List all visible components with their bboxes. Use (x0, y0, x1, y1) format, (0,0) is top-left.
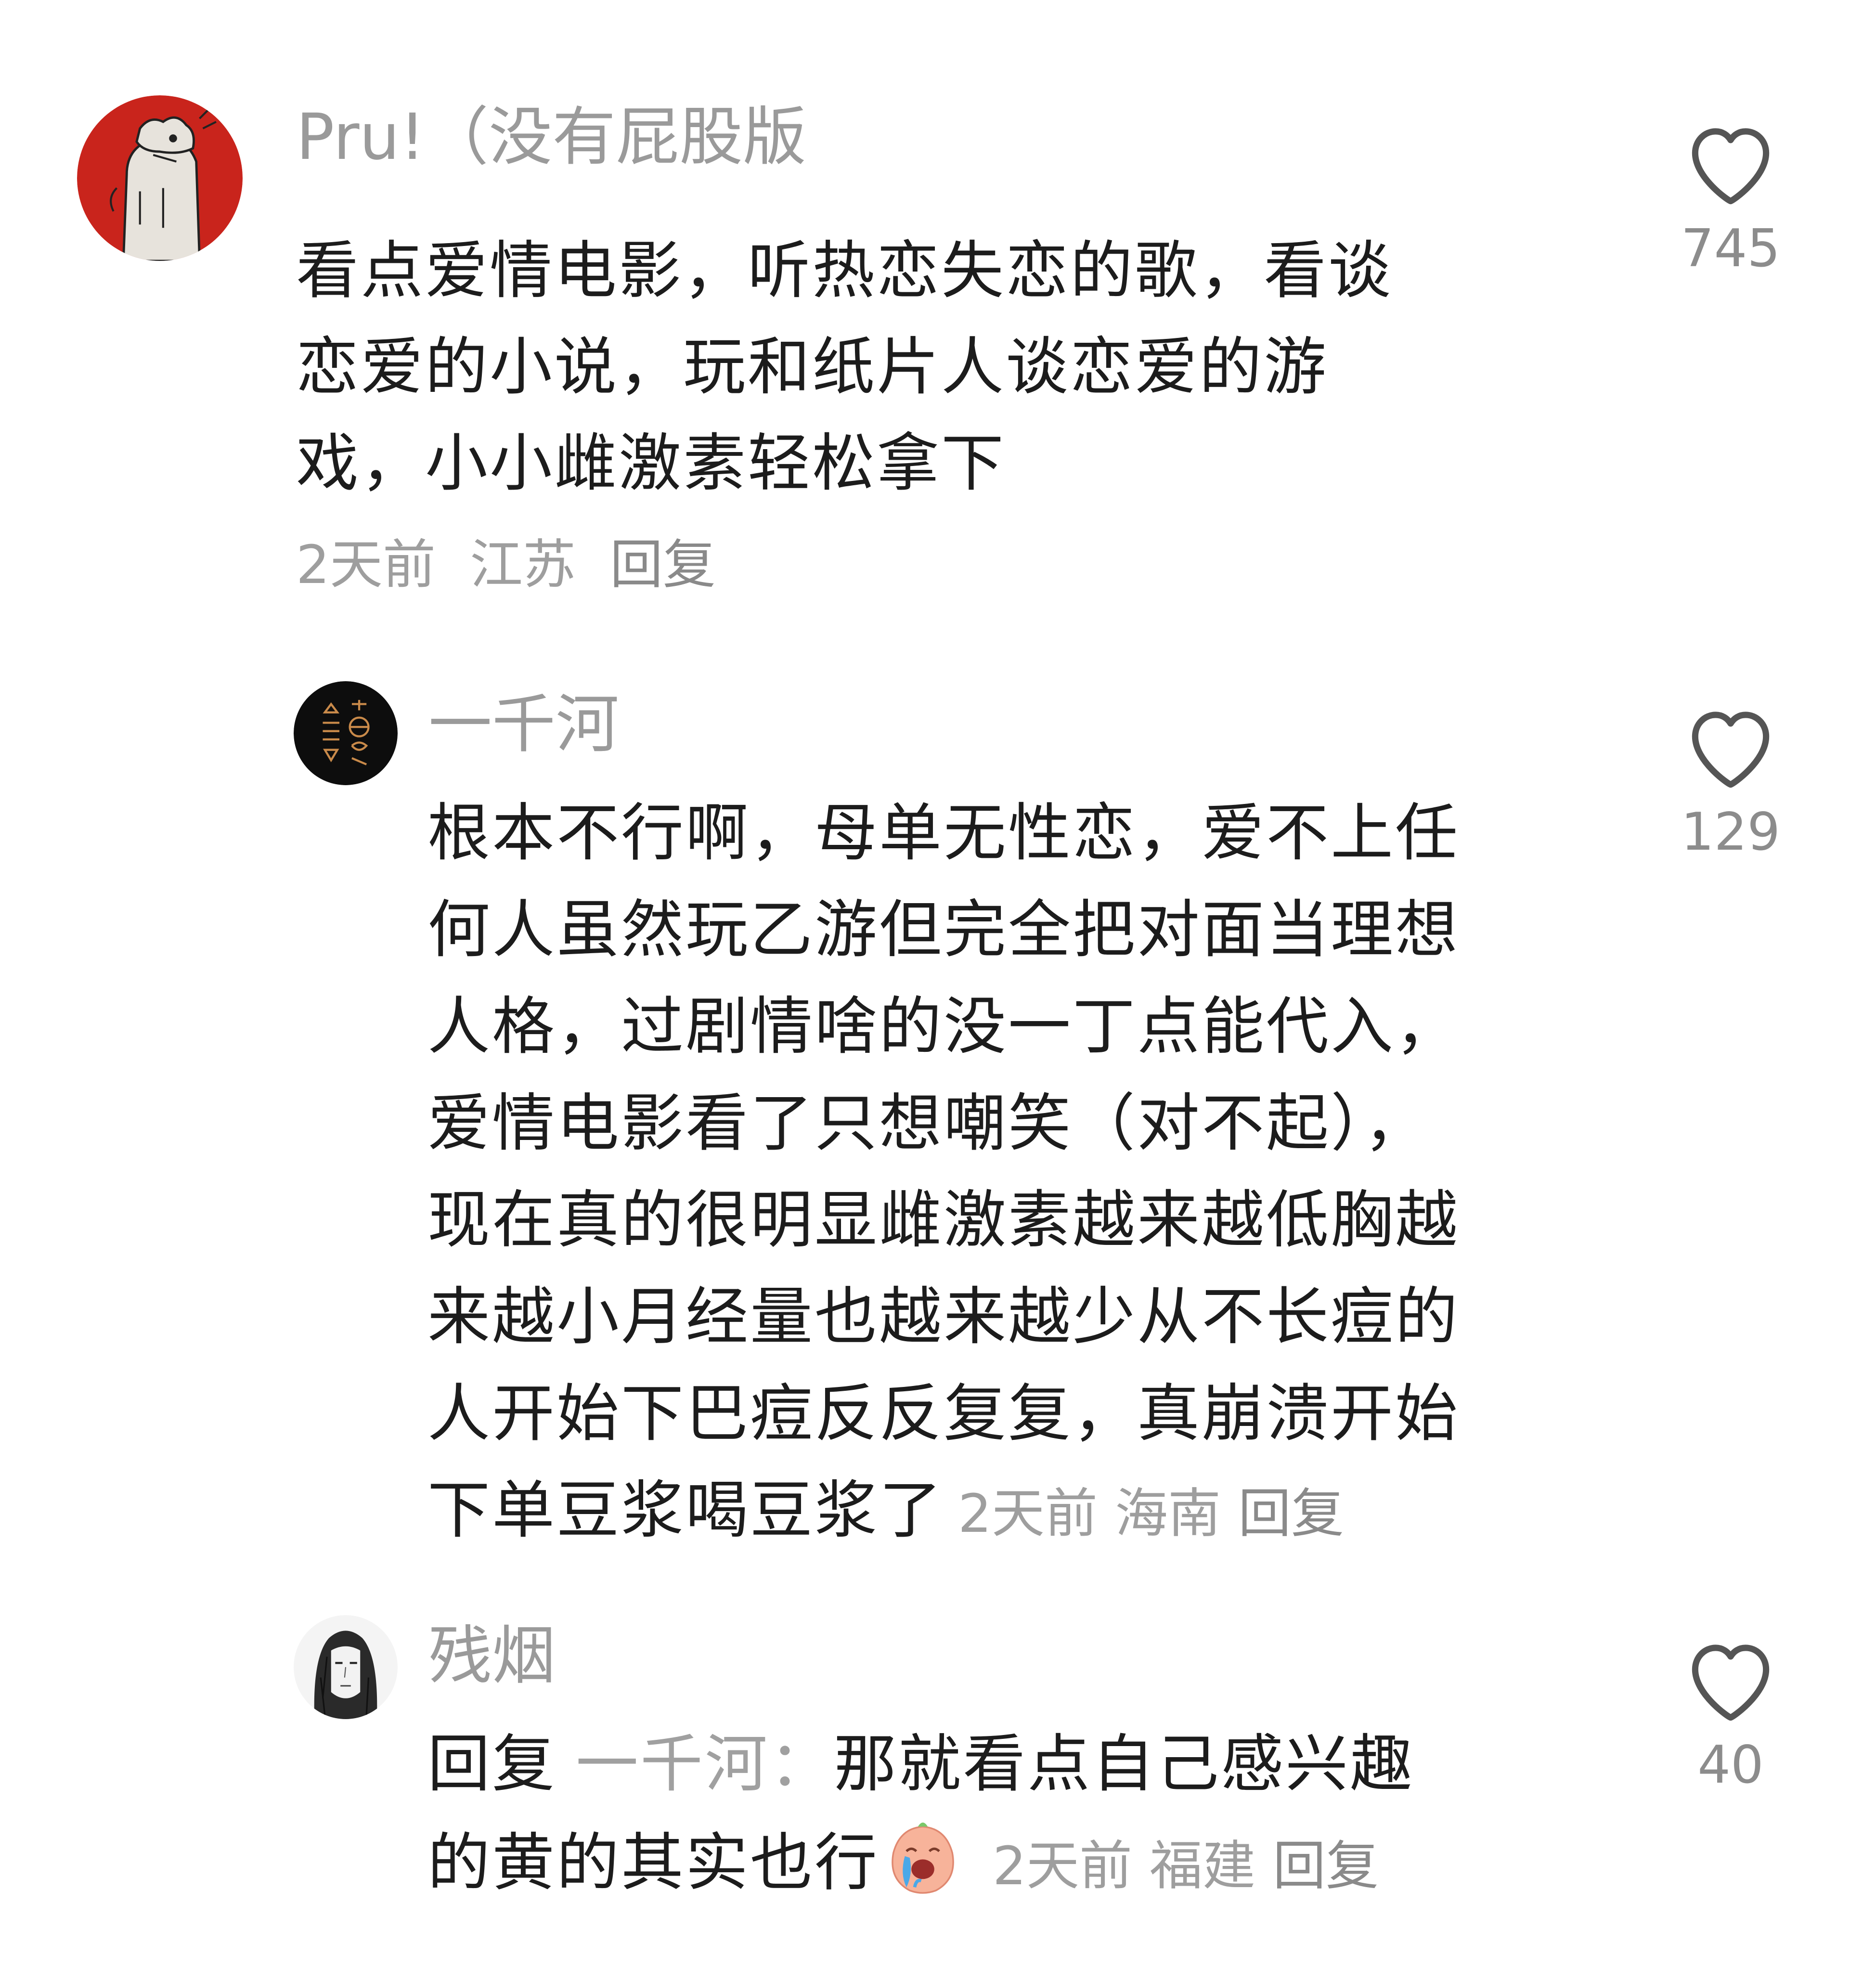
like-count: 129 (1681, 802, 1781, 862)
heart-outline-icon (1692, 128, 1770, 205)
comment-text-line: 回复 一千河：那就看点自己感兴趣 (427, 1715, 1414, 1813)
like-count: 40 (1697, 1735, 1764, 1795)
comment-time: 2天前 (296, 534, 436, 596)
comment-location: 江苏 (469, 534, 576, 596)
comment-username[interactable]: Pru!（没有屁股版 (296, 101, 806, 173)
comment-text-line: 爱情电影看了只想嘲笑（对不起）， (427, 1087, 1429, 1160)
comment-text-line: 根本不行啊，母单无性恋，爱不上任 (427, 796, 1460, 869)
reply-button[interactable]: 回复 (1273, 1835, 1379, 1897)
cartoon-figure-avatar-image (77, 95, 243, 261)
comment-text-fragment: 的黄的其实也行 (427, 1826, 880, 1899)
like-button[interactable]: 129 (1668, 704, 1793, 862)
comment-text-line: 戏，小小雌激素轻松拿下 (296, 427, 1006, 500)
like-button[interactable]: 745 (1668, 120, 1793, 279)
like-count: 745 (1681, 219, 1781, 279)
comment-text-line: 何人虽然玩乙游但完全把对面当理想 (427, 893, 1460, 966)
comment-text-line: 人开始下巴痘反反复复，真崩溃开始 (427, 1377, 1460, 1450)
comment-location: 海南 (1115, 1483, 1221, 1544)
comment-text-fragment: 那就看点自己感兴趣 (834, 1727, 1415, 1800)
comment-text-line: 人格，过剧情啥的没一丁点能代入， (427, 990, 1460, 1063)
comment-text: 看点爱情电影，听热恋失恋的歌，看谈 恋爱的小说，玩和纸片人谈恋爱的游 戏，小小雌… (296, 222, 1393, 511)
like-button[interactable]: 40 (1668, 1637, 1793, 1795)
comment-text-line: 恋爱的小说，玩和纸片人谈恋爱的游 (296, 330, 1329, 403)
comment-text-line: 看点爱情电影，听热恋失恋的歌，看谈 (296, 234, 1393, 307)
comment-username[interactable]: 残烟 (428, 1620, 556, 1692)
crying-face-emoji (892, 1822, 954, 1894)
sketch-portrait-avatar-image (294, 1615, 398, 1719)
avatar[interactable] (294, 681, 398, 785)
comment-time: 2天前 (958, 1483, 1098, 1544)
reply-target-username[interactable]: 一千河： (576, 1727, 834, 1800)
comment-text-line-last: 下单豆浆喝豆浆了 2天前 海南 回复 (427, 1462, 1460, 1562)
comment-text-line: 来越小月经量也越来越少从不长痘的 (427, 1280, 1460, 1353)
comment-text-tail: 下单豆浆喝豆浆了 (427, 1474, 944, 1547)
comment-location: 福建 (1150, 1835, 1256, 1897)
comment-username[interactable]: 一千河 (428, 688, 619, 761)
comment-text-line: 现在真的很明显雌激素越来越低胸越 (427, 1183, 1460, 1256)
reply-prefix: 回复 (427, 1727, 557, 1800)
comment-text: 回复 一千河：那就看点自己感兴趣 的黄的其实也行 2天前 福建 回复 (427, 1715, 1414, 1916)
comment-text: 根本不行啊，母单无性恋，爱不上任 何人虽然玩乙游但完全把对面当理想 人格，过剧情… (427, 785, 1460, 1562)
heart-outline-icon (1692, 712, 1770, 788)
avatar[interactable] (294, 1615, 398, 1719)
reply-button[interactable]: 回复 (610, 534, 716, 596)
comment-time: 2天前 (993, 1835, 1133, 1897)
reply-button[interactable]: 回复 (1238, 1483, 1344, 1544)
comment-text-line-last: 的黄的其实也行 2天前 福建 回复 (427, 1813, 1414, 1916)
comment-meta: 2天前 江苏 回复 (296, 533, 716, 596)
heart-outline-icon (1692, 1644, 1770, 1721)
comment-meta: 2天前 海南 回复 (958, 1483, 1344, 1544)
dark-emblem-avatar-image (294, 681, 398, 785)
comment-meta: 2天前 福建 回复 (993, 1835, 1379, 1897)
avatar[interactable] (77, 95, 243, 261)
